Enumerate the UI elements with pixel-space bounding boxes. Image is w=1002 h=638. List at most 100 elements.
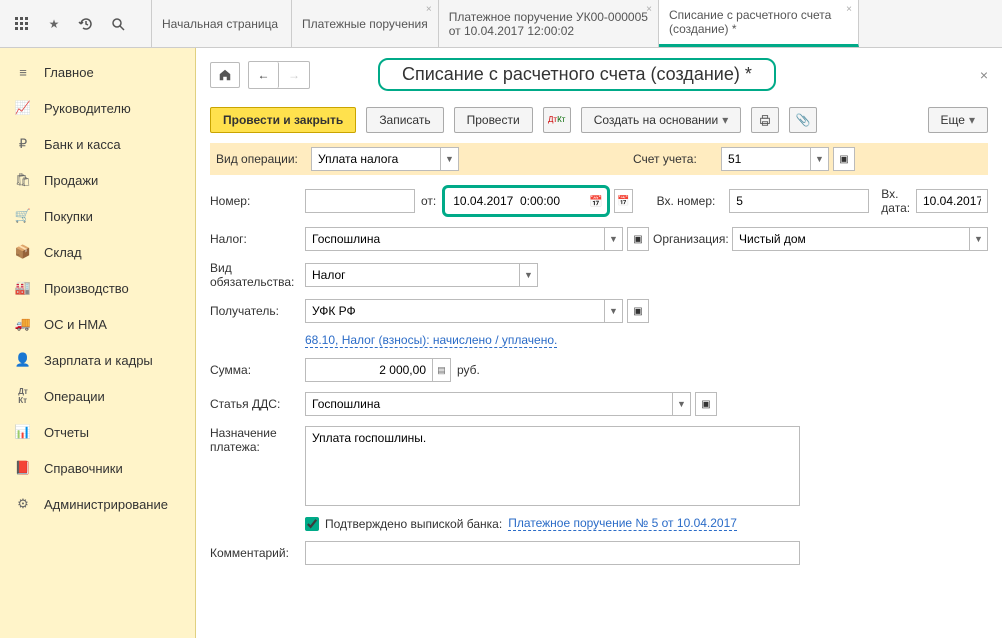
org-label: Организация: bbox=[653, 232, 732, 246]
forward-button[interactable]: → bbox=[279, 62, 309, 88]
history-icon[interactable] bbox=[72, 10, 100, 38]
star-icon[interactable]: ★ bbox=[40, 10, 68, 38]
obl-type-label: Вид обязательства: bbox=[210, 261, 305, 289]
in-date-field[interactable] bbox=[916, 189, 988, 213]
home-button[interactable] bbox=[210, 62, 240, 88]
close-icon[interactable]: × bbox=[646, 4, 652, 15]
recipient-field[interactable] bbox=[305, 299, 605, 323]
dropdown-icon[interactable]: ▼ bbox=[970, 227, 988, 251]
tax-field[interactable] bbox=[305, 227, 605, 251]
calculator-icon[interactable]: ▤ bbox=[433, 358, 451, 382]
tabs: Начальная страница Платежные поручения× … bbox=[152, 0, 1002, 47]
number-label: Номер: bbox=[210, 194, 305, 208]
dds-field[interactable] bbox=[305, 392, 673, 416]
box-icon: 📦 bbox=[14, 243, 32, 261]
dropdown-icon[interactable]: ▼ bbox=[673, 392, 691, 416]
close-icon[interactable]: × bbox=[426, 4, 432, 15]
page-title: Списание с расчетного счета (создание) * bbox=[378, 58, 776, 91]
close-button[interactable]: × bbox=[980, 67, 988, 83]
cart-icon: 🛒 bbox=[14, 207, 32, 225]
tab-payment-order-doc[interactable]: Платежное поручение УК00-000005от 10.04.… bbox=[439, 0, 659, 47]
form-toolbar: Провести и закрыть Записать Провести ДтК… bbox=[210, 107, 988, 133]
account-label: Счет учета: bbox=[633, 152, 721, 166]
sidebar-item-sales[interactable]: 🛍Продажи bbox=[0, 162, 195, 198]
account-field[interactable] bbox=[721, 147, 811, 171]
open-icon[interactable]: ▣ bbox=[627, 299, 649, 323]
date-highlight: 📅 bbox=[442, 185, 610, 217]
comment-field[interactable] bbox=[305, 541, 800, 565]
account-link[interactable]: 68.10, Налог (взносы): начислено / уплач… bbox=[305, 333, 557, 348]
back-button[interactable]: ← bbox=[249, 62, 279, 88]
obl-type-field[interactable] bbox=[305, 263, 520, 287]
calendar-icon[interactable]: 📅 bbox=[587, 190, 605, 212]
sidebar-item-admin[interactable]: ⚙Администрирование bbox=[0, 486, 195, 522]
more-button[interactable]: Еще bbox=[928, 107, 988, 133]
recipient-label: Получатель: bbox=[210, 304, 305, 318]
tax-label: Налог: bbox=[210, 232, 305, 246]
apps-icon[interactable] bbox=[8, 10, 36, 38]
sidebar-item-operations[interactable]: ДтКтОперации bbox=[0, 378, 195, 414]
date-field[interactable] bbox=[447, 190, 587, 212]
confirmed-link[interactable]: Платежное поручение № 5 от 10.04.2017 bbox=[508, 516, 737, 531]
bag-icon: 🛍 bbox=[14, 171, 32, 189]
chart-icon: 📈 bbox=[14, 99, 32, 117]
sidebar-item-manager[interactable]: 📈Руководителю bbox=[0, 90, 195, 126]
dropdown-icon[interactable]: ▼ bbox=[605, 227, 623, 251]
op-type-field[interactable] bbox=[311, 147, 441, 171]
save-button[interactable]: Записать bbox=[366, 107, 443, 133]
print-button[interactable] bbox=[751, 107, 779, 133]
menu-icon: ≡ bbox=[14, 63, 32, 81]
dropdown-icon[interactable]: ▼ bbox=[520, 263, 538, 287]
amount-field[interactable] bbox=[305, 358, 433, 382]
sidebar-item-bank[interactable]: ₽Банк и касса bbox=[0, 126, 195, 162]
truck-icon: 🚚 bbox=[14, 315, 32, 333]
gear-icon: ⚙ bbox=[14, 495, 32, 513]
sidebar-item-reports[interactable]: 📊Отчеты bbox=[0, 414, 195, 450]
comment-label: Комментарий: bbox=[210, 546, 305, 560]
amount-label: Сумма: bbox=[210, 363, 305, 377]
currency-label: руб. bbox=[457, 363, 480, 377]
sidebar-item-warehouse[interactable]: 📦Склад bbox=[0, 234, 195, 270]
sidebar-item-purchases[interactable]: 🛒Покупки bbox=[0, 198, 195, 234]
confirmed-label: Подтверждено выпиской банка: bbox=[325, 517, 502, 531]
sidebar-item-hr[interactable]: 👤Зарплата и кадры bbox=[0, 342, 195, 378]
open-icon[interactable]: ▣ bbox=[627, 227, 649, 251]
in-date-label: Вх. дата: bbox=[881, 187, 916, 215]
op-type-label: Вид операции: bbox=[216, 152, 311, 166]
person-icon: 👤 bbox=[14, 351, 32, 369]
ruble-icon: ₽ bbox=[14, 135, 32, 153]
dtkt-button[interactable]: ДтКт bbox=[543, 107, 571, 133]
post-and-close-button[interactable]: Провести и закрыть bbox=[210, 107, 356, 133]
dropdown-icon[interactable]: ▼ bbox=[605, 299, 623, 323]
dropdown-icon[interactable]: ▼ bbox=[441, 147, 459, 171]
close-icon[interactable]: × bbox=[846, 4, 852, 15]
number-field[interactable] bbox=[305, 189, 415, 213]
top-tools: ★ bbox=[0, 0, 152, 47]
open-icon[interactable]: ▣ bbox=[695, 392, 717, 416]
post-button[interactable]: Провести bbox=[454, 107, 533, 133]
sidebar-item-directories[interactable]: 📕Справочники bbox=[0, 450, 195, 486]
bars-icon: 📊 bbox=[14, 423, 32, 441]
dds-label: Статья ДДС: bbox=[210, 397, 305, 411]
confirmed-checkbox[interactable] bbox=[305, 517, 319, 531]
content-area: ← → Списание с расчетного счета (создани… bbox=[196, 48, 1002, 638]
in-number-label: Вх. номер: bbox=[657, 194, 730, 208]
factory-icon: 🏭 bbox=[14, 279, 32, 297]
sidebar-item-production[interactable]: 🏭Производство bbox=[0, 270, 195, 306]
sidebar-item-main[interactable]: ≡Главное bbox=[0, 54, 195, 90]
in-number-field[interactable] bbox=[729, 189, 869, 213]
search-icon[interactable] bbox=[104, 10, 132, 38]
calendar-icon[interactable]: 📅 bbox=[614, 189, 633, 213]
from-label: от: bbox=[421, 194, 436, 208]
dropdown-icon[interactable]: ▼ bbox=[811, 147, 829, 171]
tab-home[interactable]: Начальная страница bbox=[152, 0, 292, 47]
create-based-button[interactable]: Создать на основании bbox=[581, 107, 742, 133]
tab-writeoff-creation[interactable]: Списание с расчетного счета(создание) * … bbox=[659, 0, 859, 47]
sidebar-item-assets[interactable]: 🚚ОС и НМА bbox=[0, 306, 195, 342]
purpose-field[interactable] bbox=[305, 426, 800, 506]
open-icon[interactable]: ▣ bbox=[833, 147, 855, 171]
dtkt-icon: ДтКт bbox=[14, 387, 32, 405]
tab-payment-orders[interactable]: Платежные поручения× bbox=[292, 0, 439, 47]
attach-button[interactable]: 📎 bbox=[789, 107, 817, 133]
org-field[interactable] bbox=[732, 227, 970, 251]
